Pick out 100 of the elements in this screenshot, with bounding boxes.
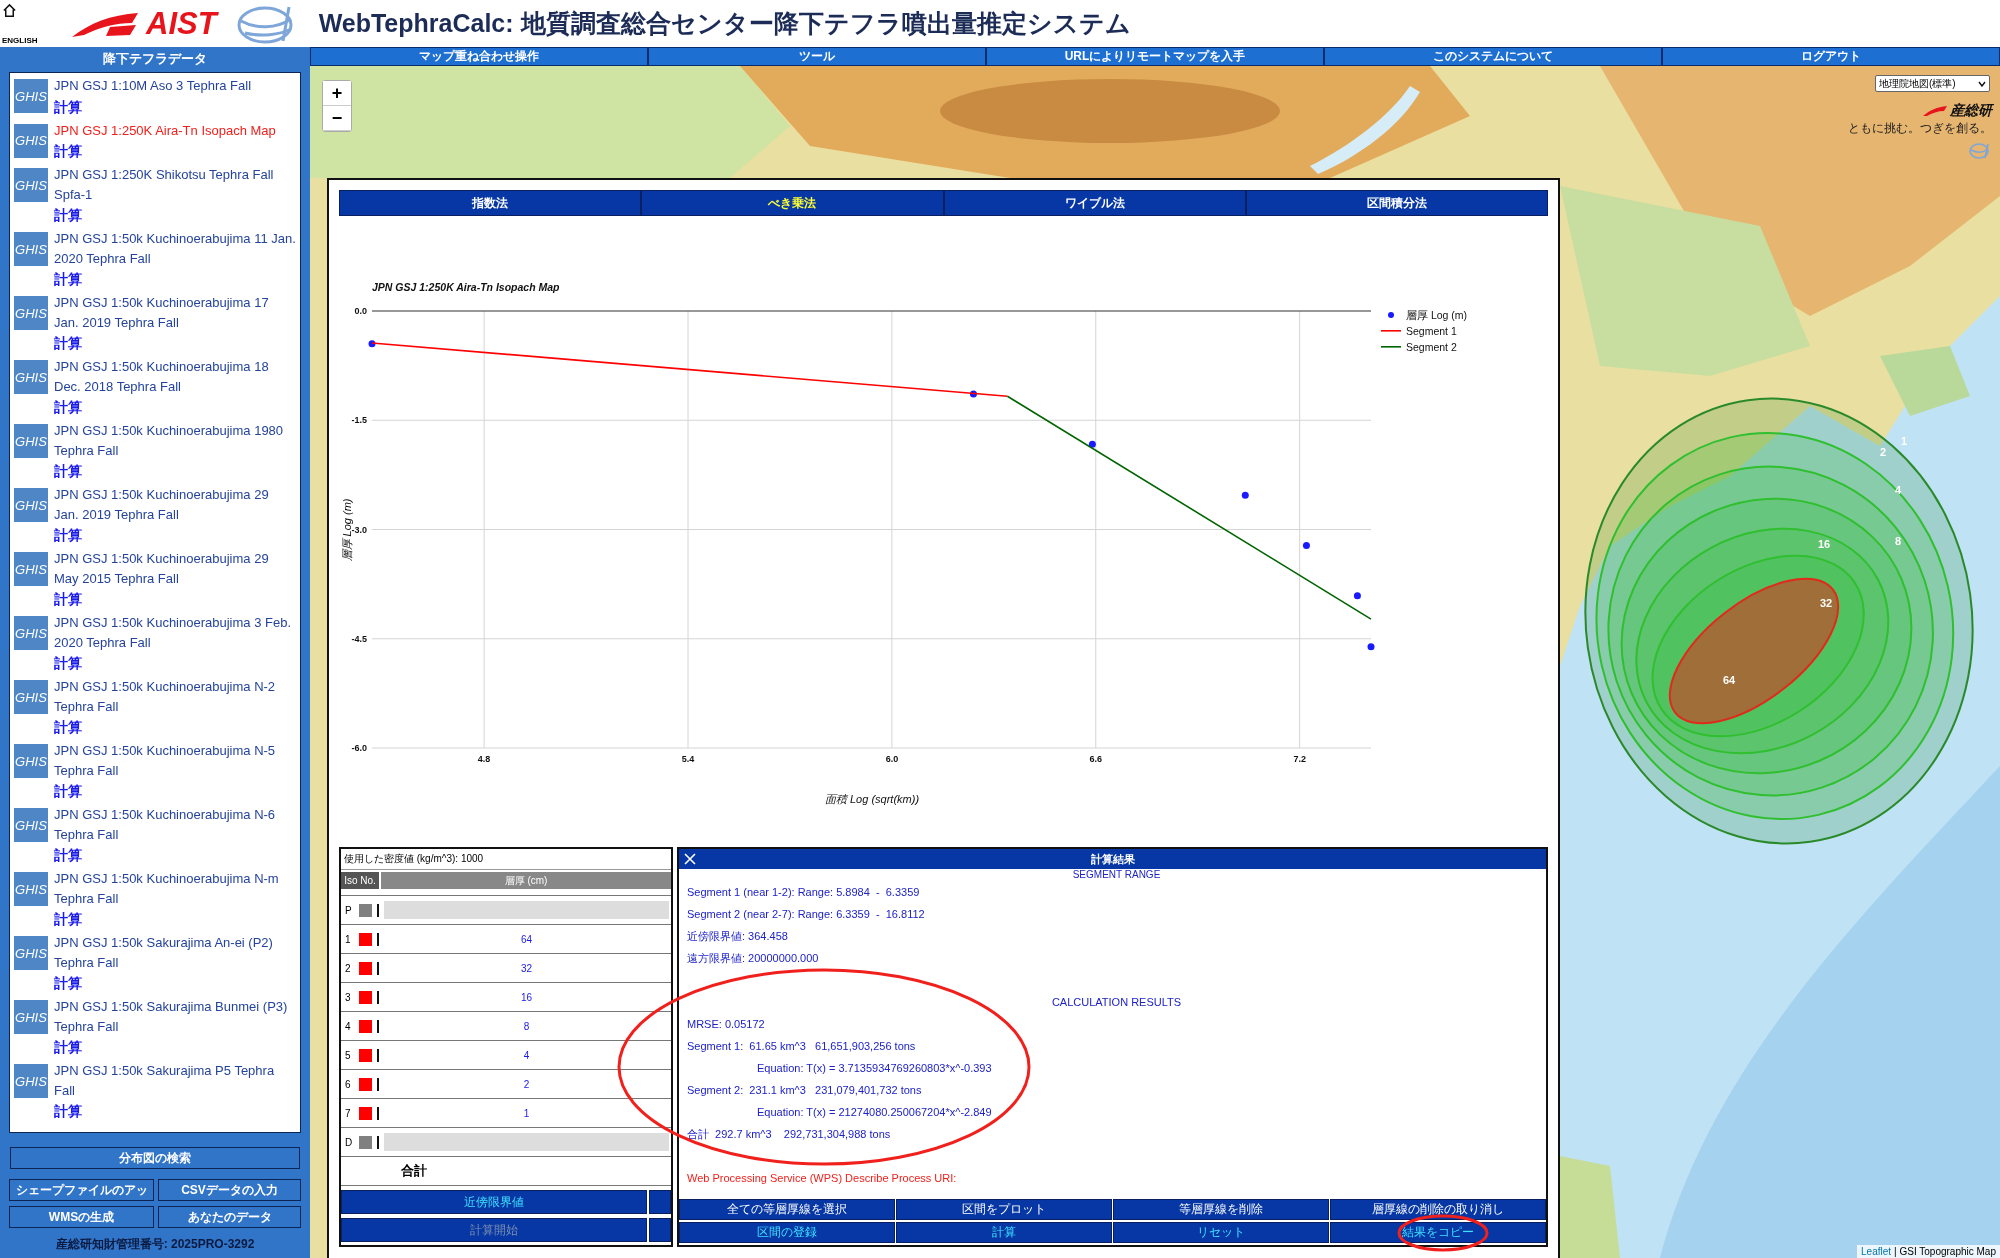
method-tab[interactable]: 区間積分法 bbox=[1245, 190, 1548, 216]
side-button[interactable] bbox=[649, 1218, 671, 1242]
action-button[interactable]: 結果をコピー bbox=[1330, 1222, 1546, 1243]
attribution-link[interactable]: Leaflet bbox=[1861, 1246, 1892, 1257]
action-button[interactable]: 区間の登録 bbox=[679, 1222, 895, 1243]
method-tab[interactable]: ワイブル法 bbox=[943, 190, 1246, 216]
calculate-link[interactable]: 計算 bbox=[54, 95, 82, 118]
iso-label: 6 bbox=[345, 1078, 352, 1090]
axis-tick-label: 4.8 bbox=[477, 754, 491, 764]
legend-marker-icon bbox=[1381, 346, 1401, 348]
result-line: 近傍限界値: 364.458 bbox=[687, 929, 789, 944]
calculate-link[interactable]: 計算 bbox=[54, 780, 82, 802]
calculate-link[interactable]: 計算 bbox=[54, 844, 82, 866]
dataset-link[interactable]: JPN GSJ 1:50k Kuchinoerabujima 11 Jan. 2020 Tephra Fall bbox=[54, 229, 296, 268]
ghis-badge: GHIS bbox=[14, 680, 48, 714]
tick-mark-icon bbox=[377, 1077, 379, 1091]
action-button[interactable]: 区間をプロット bbox=[896, 1199, 1112, 1220]
calculate-link[interactable]: 計算 bbox=[54, 140, 82, 162]
nav-menu-item[interactable]: マップ重ね合わせ操作 bbox=[310, 47, 648, 66]
dataset-link[interactable]: JPN GSJ 1:250K Shikotsu Tephra Fall Spfa-1 bbox=[54, 165, 296, 204]
sidebar-button[interactable]: CSVデータの入力 bbox=[158, 1179, 301, 1201]
axis-tick-label: 7.2 bbox=[1293, 754, 1306, 764]
dataset-link[interactable]: JPN GSJ 1:50k Sakurajima P5 Tephra Fall bbox=[54, 1061, 296, 1100]
calculate-link[interactable]: 計算 bbox=[54, 396, 82, 418]
axis-tick-label: -3.0 bbox=[351, 524, 367, 535]
thickness-field[interactable] bbox=[384, 1133, 669, 1151]
dataset-link[interactable]: JPN GSJ 1:50k Kuchinoerabujima 18 Dec. 2018 Tephra Fall bbox=[54, 357, 296, 396]
action-button[interactable]: 全ての等層厚線を選択 bbox=[679, 1199, 895, 1220]
calculate-link[interactable]: 計算 bbox=[54, 460, 82, 482]
iso-label: 3 bbox=[345, 991, 352, 1003]
home-icon[interactable] bbox=[2, 2, 17, 18]
search-button[interactable]: 分布図の検索 bbox=[10, 1147, 300, 1169]
nav-menu-item[interactable]: ツール bbox=[648, 47, 986, 66]
dataset-link[interactable]: JPN GSJ 1:250K Aira-Tn Isopach Map bbox=[54, 120, 276, 140]
dataset-link[interactable]: JPN GSJ 1:50k Kuchinoerabujima 17 Jan. 2019 Tephra Fall bbox=[54, 293, 296, 332]
result-line: MRSE: 0.05172 bbox=[687, 1017, 766, 1032]
nav-menu-item[interactable]: このシステムについて bbox=[1324, 47, 1662, 66]
iso-label: 7 bbox=[345, 1107, 352, 1119]
calculate-link[interactable]: 計算 bbox=[54, 268, 82, 290]
iso-label: P bbox=[345, 904, 353, 916]
calculate-link[interactable]: 計算 bbox=[54, 972, 82, 994]
dataset-link[interactable]: JPN GSJ 1:50k Sakurajima Bunmei (P3) Tephra Fall bbox=[54, 997, 296, 1036]
section-heading: SEGMENT RANGE bbox=[1071, 869, 1162, 881]
panel-title: 降下テフラデータ bbox=[103, 50, 207, 68]
calculate-link[interactable]: 計算 bbox=[54, 652, 82, 674]
iso-label: 5 bbox=[345, 1049, 352, 1061]
method-tab[interactable]: べき乗法 bbox=[641, 190, 944, 216]
dataset-link[interactable]: JPN GSJ 1:50k Kuchinoerabujima N-6 Tephra Fall bbox=[54, 805, 296, 844]
axis-tick-label: -4.5 bbox=[351, 633, 367, 644]
tick-mark-icon bbox=[377, 932, 379, 946]
ghis-badge: GHIS bbox=[14, 168, 48, 202]
calculate-link[interactable]: 計算 bbox=[54, 908, 82, 930]
dataset-link[interactable]: JPN GSJ 1:50k Sakurajima An-ei (P2) Tephra Fall bbox=[54, 933, 296, 972]
thickness-field[interactable] bbox=[384, 901, 669, 919]
action-button[interactable]: リセット bbox=[1113, 1222, 1329, 1243]
sidebar-button[interactable]: あなたのデータ bbox=[158, 1206, 301, 1228]
language-link[interactable]: ENGLISH bbox=[2, 35, 64, 45]
data-point bbox=[969, 390, 977, 398]
action-button[interactable]: 層厚線の削除の取り消し bbox=[1330, 1199, 1546, 1220]
dataset-link[interactable]: JPN GSJ 1:50k Kuchinoerabujima N-m Tephra Fall bbox=[54, 869, 296, 908]
calculate-link[interactable]: 計算 bbox=[54, 588, 82, 610]
action-button[interactable]: 計算 bbox=[896, 1222, 1112, 1243]
section-heading: CALCULATION RESULTS bbox=[1050, 995, 1183, 1010]
dataset-link[interactable]: JPN GSJ 1:50k Kuchinoerabujima 1980 Tephra Fall bbox=[54, 421, 296, 460]
iso-label: 4 bbox=[345, 1020, 352, 1032]
axis-tick-label: 6.6 bbox=[1089, 754, 1102, 764]
legend-label: 層厚 Log (m) bbox=[1406, 309, 1468, 321]
dataset-link[interactable]: JPN GSJ 1:50k Kuchinoerabujima 3 Feb. 2020 Tephra Fall bbox=[54, 613, 296, 652]
column-header: 層厚 (cm) bbox=[381, 872, 671, 889]
axis-tick-label: 5.4 bbox=[681, 754, 695, 764]
ghis-badge: GHIS bbox=[14, 552, 48, 586]
dataset-link[interactable]: JPN GSJ 1:50k Kuchinoerabujima N-5 Tephra Fall bbox=[54, 741, 296, 780]
nav-menu-item[interactable]: ログアウト bbox=[1662, 47, 2000, 66]
iso-label: 2 bbox=[345, 962, 352, 974]
ghis-badge: GHIS bbox=[14, 616, 48, 650]
method-tab[interactable]: 指数法 bbox=[339, 190, 642, 216]
calculate-link[interactable]: 計算 bbox=[54, 204, 82, 226]
side-button[interactable] bbox=[649, 1190, 671, 1214]
tick-mark-icon bbox=[377, 1019, 379, 1033]
calculate-link[interactable]: 計算 bbox=[54, 716, 82, 738]
tick-mark-icon bbox=[377, 961, 379, 975]
data-point bbox=[1367, 643, 1375, 651]
dataset-link[interactable]: JPN GSJ 1:10M Aso 3 Tephra Fall bbox=[54, 76, 252, 96]
calculate-link[interactable]: 計算 bbox=[54, 332, 82, 354]
calculate-link[interactable]: 計算 bbox=[54, 524, 82, 546]
action-button[interactable]: 等層厚線を削除 bbox=[1113, 1199, 1329, 1220]
sidebar-button[interactable]: WMSの生成 bbox=[9, 1206, 154, 1228]
action-button[interactable]: 近傍限界値 bbox=[341, 1190, 647, 1214]
tick-mark-icon bbox=[377, 1135, 379, 1149]
dataset-link[interactable]: JPN GSJ 1:50k Kuchinoerabujima 29 Jan. 2019 Tephra Fall bbox=[54, 485, 296, 524]
calculate-link[interactable]: 計算 bbox=[54, 1036, 82, 1058]
close-icon[interactable] bbox=[683, 852, 697, 866]
dataset-link[interactable]: JPN GSJ 1:50k Kuchinoerabujima 29 May 2015 Tephra Fall bbox=[54, 549, 296, 588]
tick-mark-icon bbox=[377, 1048, 379, 1062]
sidebar-button[interactable]: シェープファイルのアッ bbox=[9, 1179, 154, 1201]
data-point bbox=[1088, 440, 1096, 448]
column-header: Iso No. bbox=[341, 872, 379, 889]
nav-menu-item[interactable]: URLによりリモートマップを入手 bbox=[986, 47, 1324, 66]
calculate-link[interactable]: 計算 bbox=[54, 1100, 82, 1122]
dataset-link[interactable]: JPN GSJ 1:50k Kuchinoerabujima N-2 Tephra Fall bbox=[54, 677, 296, 716]
